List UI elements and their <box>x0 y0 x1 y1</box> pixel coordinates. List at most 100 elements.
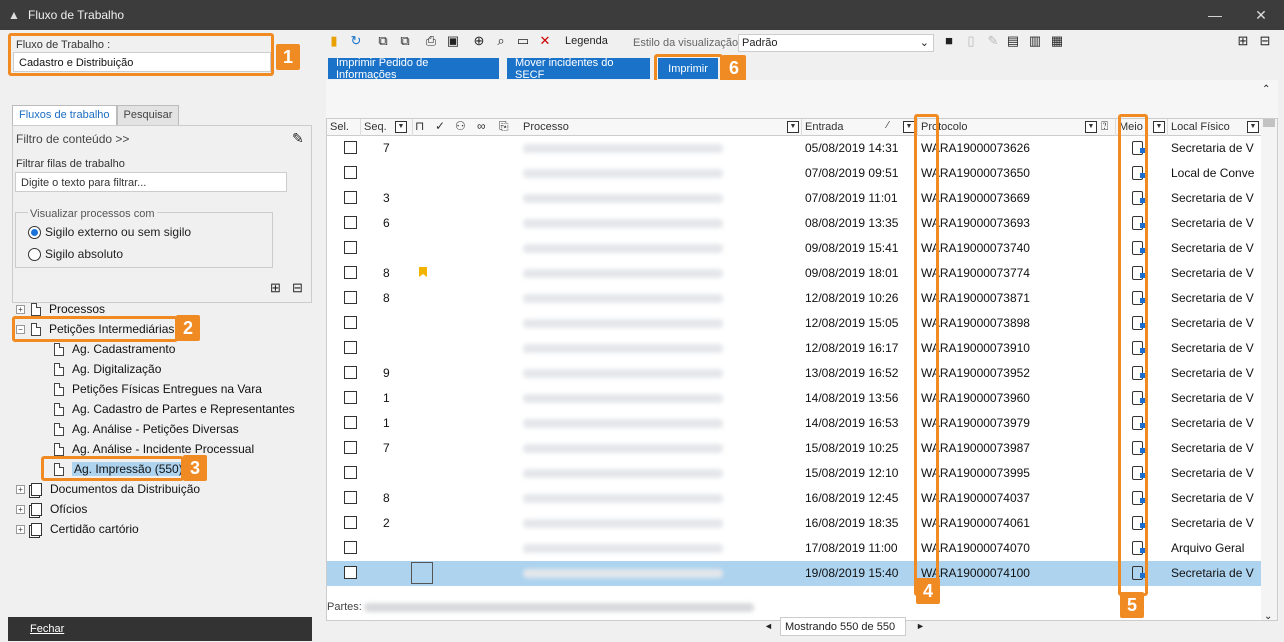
move-incidents-button[interactable]: Mover incidentes do SECF <box>507 57 650 81</box>
edit-icon: ✎ <box>987 33 999 48</box>
row-checkbox[interactable] <box>344 341 357 354</box>
view-style-select[interactable]: Padrão ⌄ <box>738 34 934 52</box>
save-doc-icon[interactable]: ▣ <box>446 34 460 48</box>
document-icon <box>54 342 64 356</box>
bookmark-col-icon: ⊓ <box>415 119 425 133</box>
find-icon[interactable]: ⌕ <box>494 34 508 48</box>
processo-redacted <box>523 544 723 553</box>
processo-redacted <box>523 569 723 578</box>
row-checkbox[interactable] <box>344 241 357 254</box>
prev-page-icon[interactable]: ◄ <box>764 621 773 631</box>
export-icon[interactable]: ▤ <box>1006 34 1020 48</box>
radio-external[interactable]: Sigilo externo ou sem sigilo <box>28 225 191 240</box>
collapse-icon[interactable]: ⊟ <box>1258 34 1272 48</box>
scroll-down-icon[interactable]: ⌄ <box>1264 611 1272 620</box>
save-icon[interactable]: ■ <box>942 34 956 48</box>
filter-dropdown-icon[interactable]: ▼ <box>787 121 799 133</box>
row-checkbox[interactable] <box>344 191 357 204</box>
focus-cell[interactable] <box>411 562 433 584</box>
tree-item-oficios[interactable]: + Ofícios <box>16 500 87 518</box>
row-checkbox[interactable] <box>344 316 357 329</box>
copy-icon[interactable]: ⧉ <box>376 34 390 48</box>
tree-item-peticoes-fisicas[interactable]: Petições Físicas Entregues na Vara <box>54 380 262 398</box>
tab-search[interactable]: Pesquisar <box>116 105 180 125</box>
col-processo[interactable]: Processo <box>520 119 802 136</box>
tree-item-cadastro-partes[interactable]: Ag. Cadastro de Partes e Representantes <box>54 400 295 418</box>
close-button[interactable]: Fechar <box>8 617 312 641</box>
row-checkbox[interactable] <box>344 491 357 504</box>
row-checkbox[interactable] <box>344 466 357 479</box>
vertical-scrollbar[interactable]: ⌄ <box>1261 119 1277 620</box>
cell-local: Secretaria de V <box>1171 241 1254 255</box>
filter-dropdown-icon[interactable]: ▼ <box>395 121 407 133</box>
row-checkbox[interactable] <box>344 441 357 454</box>
col-sel[interactable]: Sel. <box>327 119 361 136</box>
tree-item-certidao[interactable]: + Certidão cartório <box>16 520 139 538</box>
partes-value-redacted <box>364 603 754 612</box>
row-checkbox[interactable] <box>344 516 357 529</box>
filter-dropdown-icon[interactable]: ▼ <box>1247 121 1259 133</box>
layout-icon[interactable]: ▦ <box>1050 34 1064 48</box>
pager-display: Mostrando 550 de 550 <box>780 617 906 636</box>
expand-icon[interactable]: + <box>16 304 25 314</box>
cell-entrada: 15/08/2019 10:25 <box>805 441 899 455</box>
comment-icon[interactable]: ▭ <box>516 34 530 48</box>
filter-queues-label: Filtrar filas de trabalho <box>16 158 125 170</box>
expand-icon[interactable]: + <box>16 484 25 494</box>
tree-item-cadastramento[interactable]: Ag. Cadastramento <box>54 340 175 358</box>
tree-view-icon[interactable]: ⊞ <box>270 280 281 296</box>
cell-local: Secretaria de V <box>1171 441 1254 455</box>
tree-view-icon[interactable]: ⊞ <box>1236 34 1250 48</box>
row-checkbox[interactable] <box>344 566 357 579</box>
attach-icon[interactable]: ⊕ <box>472 34 486 48</box>
processo-redacted <box>523 494 723 503</box>
radio-absolute[interactable]: Sigilo absoluto <box>28 247 123 262</box>
tree-item-analise-peticoes[interactable]: Ag. Análise - Petições Diversas <box>54 420 239 438</box>
callout-2-badge: 2 <box>176 315 200 341</box>
scroll-thumb[interactable] <box>1263 119 1275 127</box>
content-filter-toggle[interactable]: Filtro de conteúdo >> <box>16 132 129 146</box>
tree-item-digitalizacao[interactable]: Ag. Digitalização <box>54 360 161 378</box>
row-checkbox[interactable] <box>344 416 357 429</box>
refresh-icon[interactable]: ↻ <box>349 34 363 48</box>
next-page-icon[interactable]: ► <box>916 621 925 631</box>
row-checkbox[interactable] <box>344 366 357 379</box>
print-request-button[interactable]: Imprimir Pedido de Informações <box>328 57 499 81</box>
filter-dropdown-icon[interactable]: ▼ <box>1153 121 1165 133</box>
row-checkbox[interactable] <box>344 391 357 404</box>
row-checkbox[interactable] <box>344 216 357 229</box>
col-entrada[interactable]: Entrada <box>802 119 918 136</box>
tab-workflows[interactable]: Fluxos de trabalho <box>12 105 117 125</box>
remove-comment-icon[interactable]: ✕ <box>538 34 552 48</box>
row-checkbox[interactable] <box>344 266 357 279</box>
close-window-button[interactable]: ✕ <box>1238 0 1284 30</box>
check-col-icon: ✓ <box>435 119 446 133</box>
broom-icon[interactable]: ✎ <box>292 130 304 147</box>
tree-label: Ag. Cadastro de Partes e Representantes <box>72 402 295 416</box>
left-tabs: Fluxos de trabalho Pesquisar <box>12 105 180 125</box>
row-checkbox[interactable] <box>344 291 357 304</box>
collapse-icon[interactable]: ⊟ <box>292 280 303 296</box>
print-preview-icon[interactable]: ⎙ <box>424 34 438 48</box>
duplicate-icon[interactable]: ⧉ <box>398 34 412 48</box>
row-checkbox[interactable] <box>344 541 357 554</box>
minimize-button[interactable]: — <box>1192 0 1238 30</box>
row-checkbox[interactable] <box>344 166 357 179</box>
report-icon[interactable]: ▥ <box>1028 34 1042 48</box>
legend-button[interactable]: Legenda <box>565 35 608 47</box>
new-icon[interactable]: ▮ <box>327 34 341 48</box>
filter-dropdown-icon[interactable]: ▼ <box>1085 121 1097 133</box>
workflow-select[interactable]: Cadastro e Distribuição <box>13 52 271 72</box>
link-col-icon: ∞ <box>477 119 486 133</box>
cell-seq: 8 <box>383 266 390 280</box>
cell-entrada: 08/08/2019 13:35 <box>805 216 899 230</box>
processo-redacted <box>523 169 723 178</box>
cell-entrada: 12/08/2019 16:17 <box>805 341 899 355</box>
tree-item-documentos[interactable]: + Documentos da Distribuição <box>16 480 200 498</box>
filter-queues-input[interactable]: Digite o texto para filtrar... <box>15 172 287 192</box>
expand-icon[interactable]: + <box>16 524 25 534</box>
row-checkbox[interactable] <box>344 141 357 154</box>
scroll-up-icon[interactable]: ⌃ <box>1262 84 1270 95</box>
bookmark-icon <box>419 267 427 277</box>
expand-icon[interactable]: + <box>16 504 25 514</box>
